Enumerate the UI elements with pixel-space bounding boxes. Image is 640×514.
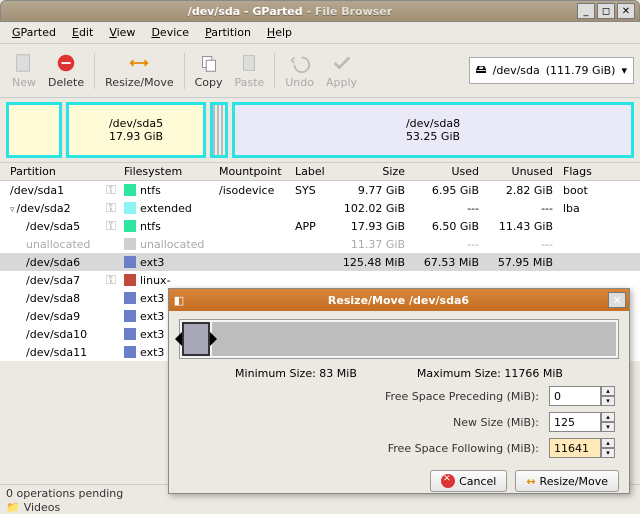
map-block-hatch[interactable]: [210, 102, 228, 158]
dialog-titlebar: ◧ Resize/Move /dev/sda6 ✕: [169, 289, 629, 311]
menu-device[interactable]: Device: [145, 24, 195, 41]
free-preceding-input[interactable]: ▴▾: [549, 386, 615, 406]
col-used[interactable]: Used: [415, 165, 489, 178]
resize-slider[interactable]: [179, 319, 619, 359]
map-block[interactable]: [6, 102, 62, 158]
window-title: /dev/sda - GParted: [188, 5, 303, 18]
device-selector[interactable]: 🖴 /dev/sda (111.79 GiB) ▾: [469, 57, 635, 84]
toolbar: New Delete Resize/Move Copy Paste Undo A…: [0, 44, 640, 98]
col-mountpoint[interactable]: Mountpoint: [219, 165, 295, 178]
resize-move-button[interactable]: ↔Resize/Move: [515, 470, 619, 492]
max-size-label: Maximum Size: 11766 MiB: [417, 367, 563, 380]
col-flags[interactable]: Flags: [563, 165, 603, 178]
table-row[interactable]: /dev/sda1⚿ntfs/isodeviceSYS9.77 GiB6.95 …: [0, 181, 640, 199]
col-partition[interactable]: Partition: [6, 165, 106, 178]
min-size-label: Minimum Size: 83 MiB: [235, 367, 357, 380]
apply-button: Apply: [320, 50, 363, 91]
device-size: (111.79 GiB): [546, 64, 616, 77]
table-row[interactable]: /dev/sda7⚿linux-: [0, 271, 640, 289]
dialog-icon: ◧: [169, 294, 189, 307]
dialog-title: Resize/Move /dev/sda6: [189, 294, 608, 307]
table-header: Partition Filesystem Mountpoint Label Si…: [0, 163, 640, 181]
table-row[interactable]: unallocatedunallocated11.37 GiB------: [0, 235, 640, 253]
dialog-close-button[interactable]: ✕: [608, 292, 626, 308]
menu-gparted[interactable]: GParted: [6, 24, 62, 41]
window-minimize-button[interactable]: _: [577, 3, 595, 19]
table-row[interactable]: /dev/sda6ext3125.48 MiB67.53 MiB57.95 Mi…: [0, 253, 640, 271]
free-preceding-label: Free Space Preceding (MiB):: [385, 390, 539, 403]
paste-button: Paste: [229, 50, 271, 91]
new-button: New: [6, 50, 42, 91]
cancel-icon: [441, 474, 455, 488]
menu-edit[interactable]: Edit: [66, 24, 99, 41]
free-following-label: Free Space Following (MiB):: [388, 442, 539, 455]
window-titlebar: /dev/sda - GParted - File Browser _ ◻ ✕: [0, 0, 640, 22]
menu-partition[interactable]: Partition: [199, 24, 257, 41]
videos-label: Videos: [24, 501, 61, 514]
col-filesystem[interactable]: Filesystem: [124, 165, 219, 178]
resize-dialog: ◧ Resize/Move /dev/sda6 ✕ Minimum Size: …: [168, 288, 630, 494]
window-close-button[interactable]: ✕: [617, 3, 635, 19]
disk-icon: 🖴: [476, 61, 487, 80]
map-block-sda5[interactable]: /dev/sda5 17.93 GiB: [66, 102, 206, 158]
window-maximize-button[interactable]: ◻: [597, 3, 615, 19]
delete-button[interactable]: Delete: [42, 50, 90, 91]
resize-icon: ↔: [526, 475, 535, 488]
new-size-label: New Size (MiB):: [453, 416, 539, 429]
undo-button: Undo: [279, 50, 320, 91]
col-size[interactable]: Size: [337, 165, 415, 178]
folder-icon: 📁: [6, 501, 20, 514]
menubar: GParted Edit View Device Partition Help: [0, 22, 640, 44]
map-block-sda8[interactable]: /dev/sda8 53.25 GiB: [232, 102, 634, 158]
menu-view[interactable]: View: [103, 24, 141, 41]
free-following-input[interactable]: ▴▾: [549, 438, 615, 458]
chevron-down-icon: ▾: [621, 64, 627, 77]
resize-button[interactable]: Resize/Move: [99, 50, 179, 91]
col-label[interactable]: Label: [295, 165, 337, 178]
slider-handle[interactable]: [182, 322, 210, 356]
copy-button[interactable]: Copy: [189, 50, 229, 91]
menu-help[interactable]: Help: [261, 24, 298, 41]
table-row[interactable]: ▿/dev/sda2⚿extended102.02 GiB------lba: [0, 199, 640, 217]
disk-map[interactable]: /dev/sda5 17.93 GiB /dev/sda8 53.25 GiB: [6, 102, 634, 158]
new-size-input[interactable]: ▴▾: [549, 412, 615, 432]
device-name: /dev/sda: [493, 64, 540, 77]
table-row[interactable]: /dev/sda5⚿ntfsAPP17.93 GiB6.50 GiB11.43 …: [0, 217, 640, 235]
cancel-button[interactable]: Cancel: [430, 470, 507, 492]
col-unused[interactable]: Unused: [489, 165, 563, 178]
